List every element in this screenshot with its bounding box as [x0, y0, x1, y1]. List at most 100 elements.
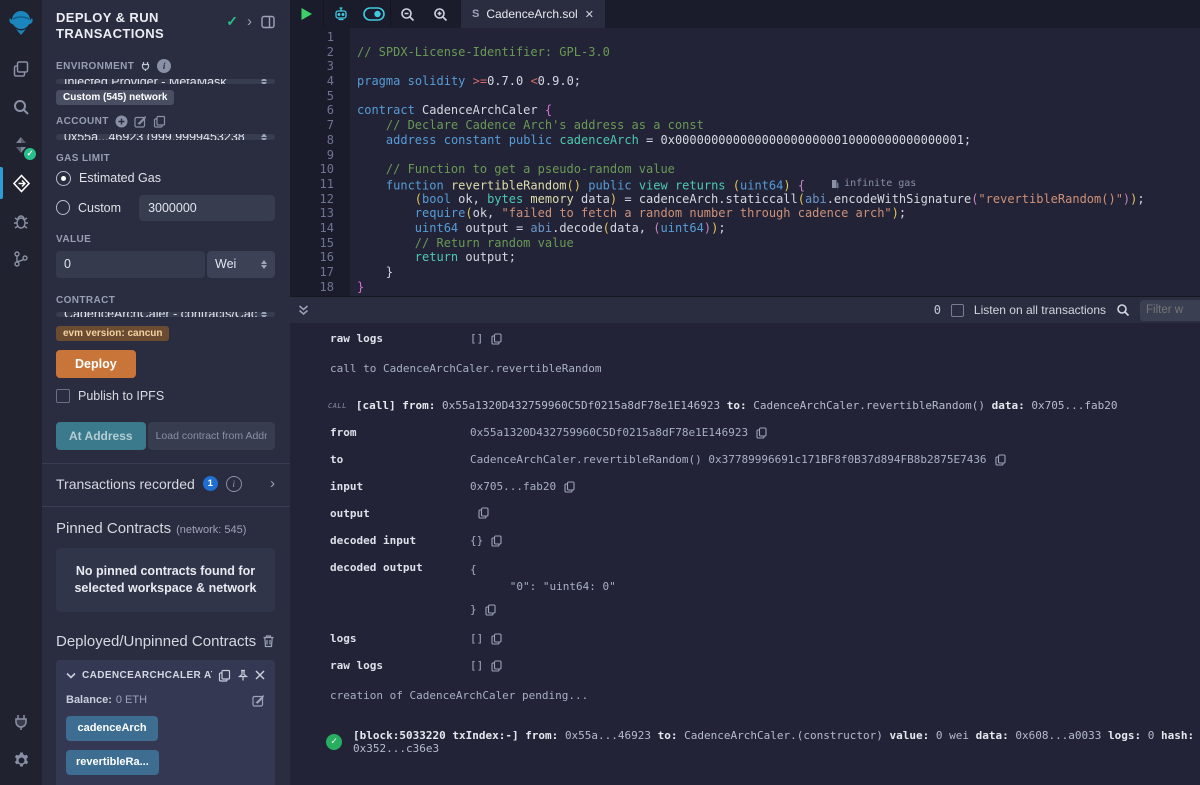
custom-gas-radio[interactable]: Custom 3000000	[56, 195, 275, 221]
listen-checkbox-icon[interactable]	[951, 304, 964, 317]
pin-panel-icon[interactable]	[261, 15, 275, 29]
environment-label: ENVIRONMENT i	[56, 59, 275, 73]
search-icon[interactable]	[0, 88, 42, 126]
code-line[interactable]: }	[357, 265, 1200, 280]
plug-small-icon[interactable]	[140, 61, 151, 72]
contract-label: CONTRACT	[56, 295, 275, 306]
copy-icon[interactable]	[491, 660, 502, 672]
expand-terminal-icon[interactable]	[298, 304, 309, 316]
pinned-empty-message: No pinned contracts found for selected w…	[56, 548, 275, 612]
run-script-icon[interactable]	[290, 0, 323, 28]
add-account-icon[interactable]	[115, 115, 128, 128]
code-lines[interactable]: // SPDX-License-Identifier: GPL-3.0 pragm…	[350, 28, 1200, 296]
remix-logo-icon[interactable]	[7, 8, 35, 36]
publish-ipfs-row[interactable]: Publish to IPFS	[56, 389, 275, 403]
terminal: 0 Listen on all transactions raw logs[]c…	[290, 296, 1200, 785]
code-line[interactable]: // Function to get a pseudo-random value	[357, 162, 1200, 177]
edit-balance-icon[interactable]	[252, 694, 265, 707]
close-tab-icon[interactable]: ✕	[585, 8, 594, 21]
account-select[interactable]: 0x55a...46923 (999.9999453238	[56, 134, 275, 139]
account-label: ACCOUNT	[56, 115, 275, 128]
terminal-kv-row: raw logs[]	[290, 659, 1200, 672]
balance-value: 0 ETH	[116, 694, 252, 706]
solidity-file-icon: S	[472, 8, 479, 20]
deployed-contract-name[interactable]: CADENCEARCHCALER AT 0)	[82, 670, 212, 681]
terminal-filter-input[interactable]	[1140, 300, 1200, 321]
value-input[interactable]: 0	[56, 251, 205, 278]
call-badge: CALL	[328, 402, 347, 410]
code-line[interactable]: }	[357, 280, 1200, 295]
copy-icon[interactable]	[478, 507, 489, 519]
collapse-chevron-icon[interactable]	[66, 672, 76, 679]
tab-cadencearch-sol[interactable]: S CadenceArch.sol ✕	[461, 0, 605, 28]
plugin-manager-icon[interactable]	[0, 703, 42, 741]
terminal-search-icon[interactable]	[1116, 303, 1130, 317]
function-button[interactable]: revertibleRa...	[66, 750, 159, 775]
copy-account-icon[interactable]	[153, 115, 166, 128]
code-line[interactable]: contract CadenceArchCaler {	[357, 103, 1200, 118]
solidity-compiler-icon[interactable]: ✓	[0, 126, 42, 164]
transactions-recorded-row[interactable]: Transactions recorded 1 i ›	[56, 476, 275, 492]
contract-select[interactable]: CadenceArchCaler - contracts/Cac	[56, 312, 275, 317]
copy-icon[interactable]	[491, 535, 502, 547]
ai-toggle-icon[interactable]	[357, 0, 390, 28]
copy-icon[interactable]	[756, 427, 767, 439]
code-line[interactable]: uint64 output = abi.decode(data, (uint64…	[357, 221, 1200, 236]
value-unit-select[interactable]: Wei	[207, 251, 275, 278]
code-line[interactable]: return output;	[357, 250, 1200, 265]
code-line[interactable]	[357, 30, 1200, 45]
function-button[interactable]: cadenceArch	[66, 716, 158, 741]
at-address-button[interactable]: At Address	[56, 422, 146, 450]
copy-icon[interactable]	[491, 333, 502, 345]
code-line[interactable]	[357, 89, 1200, 104]
terminal-kv-row: from0x55a1320D432759960C5Df0215a8dF78e1E…	[290, 426, 1200, 439]
balance-label: Balance:	[66, 694, 112, 706]
estimated-gas-radio[interactable]: Estimated Gas	[56, 171, 275, 186]
terminal-call-row[interactable]: CALL[call] from: 0x55a1320D432759960C5Df…	[290, 399, 1200, 412]
expand-chevron-icon[interactable]: ›	[270, 477, 275, 491]
close-contract-icon[interactable]	[255, 670, 265, 680]
deployed-contract-card: CADENCEARCHCALER AT 0) Balance: 0 ETH ca…	[56, 660, 275, 785]
code-line[interactable]	[357, 59, 1200, 74]
pin-contract-icon[interactable]	[237, 669, 249, 682]
code-line[interactable]: require(ok, "failed to fetch a random nu…	[357, 206, 1200, 221]
zoom-in-icon[interactable]	[424, 0, 457, 28]
environment-info-icon[interactable]: i	[157, 59, 171, 73]
copy-icon[interactable]	[485, 604, 496, 616]
copy-icon[interactable]	[491, 633, 502, 645]
debugger-icon[interactable]	[0, 202, 42, 240]
copy-icon[interactable]	[995, 454, 1006, 466]
copy-icon[interactable]	[564, 481, 575, 493]
listen-label: Listen on all transactions	[974, 303, 1106, 317]
git-icon[interactable]	[0, 240, 42, 278]
code-line[interactable]: (bool ok, bytes memory data) = cadenceAr…	[357, 192, 1200, 207]
checkbox-icon[interactable]	[56, 389, 70, 403]
select-arrows-icon	[261, 79, 267, 84]
deploy-button[interactable]: Deploy	[56, 350, 136, 378]
edit-account-icon[interactable]	[134, 115, 147, 128]
terminal-kv-row: logs[]	[290, 632, 1200, 645]
custom-gas-input[interactable]: 3000000	[139, 195, 275, 221]
code-line[interactable]	[357, 148, 1200, 163]
code-line[interactable]: // Declare Cadence Arch's address as a c…	[357, 118, 1200, 133]
trash-icon[interactable]	[262, 634, 275, 648]
code-line[interactable]: function revertibleRandom() public view …	[357, 177, 1200, 192]
terminal-success-row[interactable]: ✓[block:5033220 txIndex:-] from: 0x55a..…	[290, 729, 1200, 755]
settings-icon[interactable]	[0, 741, 42, 779]
tx-info-icon[interactable]: i	[226, 476, 242, 492]
at-address-input[interactable]	[148, 422, 275, 450]
editor-toolbar: S CadenceArch.sol ✕	[290, 0, 1200, 28]
environment-select[interactable]: Injected Provider - MetaMask	[56, 79, 275, 84]
code-line[interactable]: pragma solidity >=0.7.0 <0.9.0;	[357, 74, 1200, 89]
code-line[interactable]: // Return random value	[357, 236, 1200, 251]
ai-assistant-icon[interactable]	[324, 0, 357, 28]
deploy-run-icon[interactable]	[0, 164, 42, 202]
line-number-gutter[interactable]: 123456789101112131415161718	[290, 28, 350, 296]
deploy-run-panel: DEPLOY & RUN TRANSACTIONS ✓ › ENVIRONMEN…	[42, 0, 290, 785]
forward-chevron-icon[interactable]: ›	[247, 15, 252, 29]
zoom-out-icon[interactable]	[391, 0, 424, 28]
copy-address-icon[interactable]	[218, 669, 231, 682]
code-line[interactable]: address constant public cadenceArch = 0x…	[357, 133, 1200, 148]
file-explorer-icon[interactable]	[0, 50, 42, 88]
code-line[interactable]: // SPDX-License-Identifier: GPL-3.0	[357, 45, 1200, 60]
